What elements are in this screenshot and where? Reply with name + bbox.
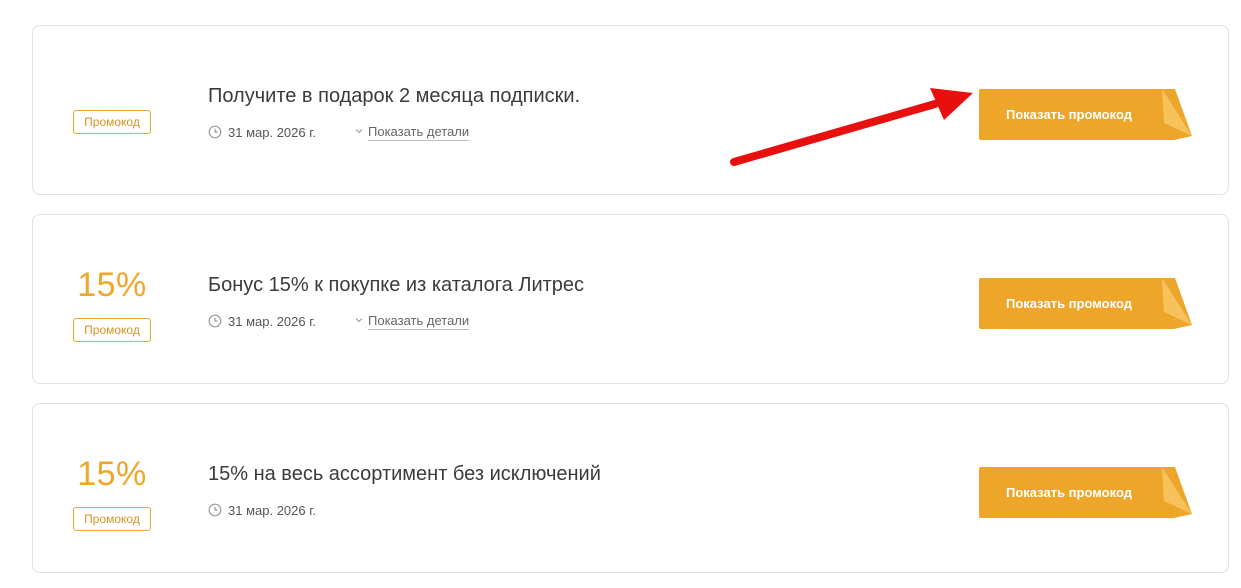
offer-meta: 31 мар. 2026 г. bbox=[208, 500, 354, 520]
expiry-date: 31 мар. 2026 г. bbox=[228, 124, 316, 140]
offer-title: 15% на весь ассортимент без исключений bbox=[208, 463, 601, 485]
show-promo-label: Показать промокод bbox=[1006, 485, 1132, 500]
offer-title: Бонус 15% к покупке из каталога Литрес bbox=[208, 274, 585, 296]
show-details-link[interactable]: Показать детали bbox=[368, 124, 470, 141]
offer-card: 15% Промокод 15% на весь ассортимент без… bbox=[32, 403, 1229, 573]
offer-card: 15% Промокод Бонус 15% к покупке из ката… bbox=[32, 214, 1229, 384]
promo-badge: Промокод bbox=[73, 507, 151, 531]
chevron-down-icon bbox=[355, 129, 363, 134]
offer-meta: 31 мар. 2026 г. Показать детали bbox=[208, 311, 470, 331]
expiry-date: 31 мар. 2026 г. bbox=[228, 502, 316, 518]
clock-icon bbox=[208, 125, 222, 139]
chevron-down-icon bbox=[355, 318, 363, 323]
offer-card: Промокод Получите в подарок 2 месяца под… bbox=[32, 25, 1229, 195]
offer-title: Получите в подарок 2 месяца подписки. bbox=[208, 85, 581, 107]
show-promo-label: Показать промокод bbox=[1006, 296, 1132, 311]
show-details-link[interactable]: Показать детали bbox=[368, 313, 470, 330]
offer-meta: 31 мар. 2026 г. Показать детали bbox=[208, 122, 470, 142]
promo-badge: Промокод bbox=[73, 110, 151, 134]
show-promo-button[interactable]: Показать промокод bbox=[979, 467, 1192, 518]
promo-badge: Промокод bbox=[73, 318, 151, 342]
show-promo-label: Показать промокод bbox=[1006, 107, 1132, 122]
show-promo-button[interactable]: Показать промокод bbox=[979, 89, 1192, 140]
clock-icon bbox=[208, 503, 222, 517]
discount-value: 15% bbox=[77, 455, 147, 493]
clock-icon bbox=[208, 314, 222, 328]
expiry-date: 31 мар. 2026 г. bbox=[228, 313, 316, 329]
show-promo-button[interactable]: Показать промокод bbox=[979, 278, 1192, 329]
discount-value: 15% bbox=[77, 266, 147, 304]
